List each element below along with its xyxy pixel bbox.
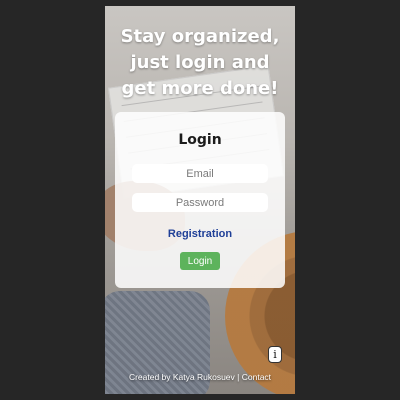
registration-link[interactable]: Registration (115, 228, 285, 240)
footer: Created by Katya Rukosuev | Contact (105, 372, 295, 382)
login-title: Login (178, 132, 222, 148)
footer-credit: Created by Katya Rukosuev (128, 372, 235, 382)
email-field[interactable] (132, 164, 268, 183)
footer-separator: | (237, 372, 240, 382)
password-field[interactable] (132, 193, 268, 212)
contact-link[interactable]: Contact (242, 372, 271, 382)
page-headline: Stay organized, just login and get more … (120, 26, 280, 99)
info-icon[interactable]: i (268, 346, 282, 363)
login-card: Login Registration Login (115, 112, 285, 288)
login-button[interactable]: Login (180, 252, 220, 270)
app-screen: Stay organized, just login and get more … (105, 6, 295, 394)
